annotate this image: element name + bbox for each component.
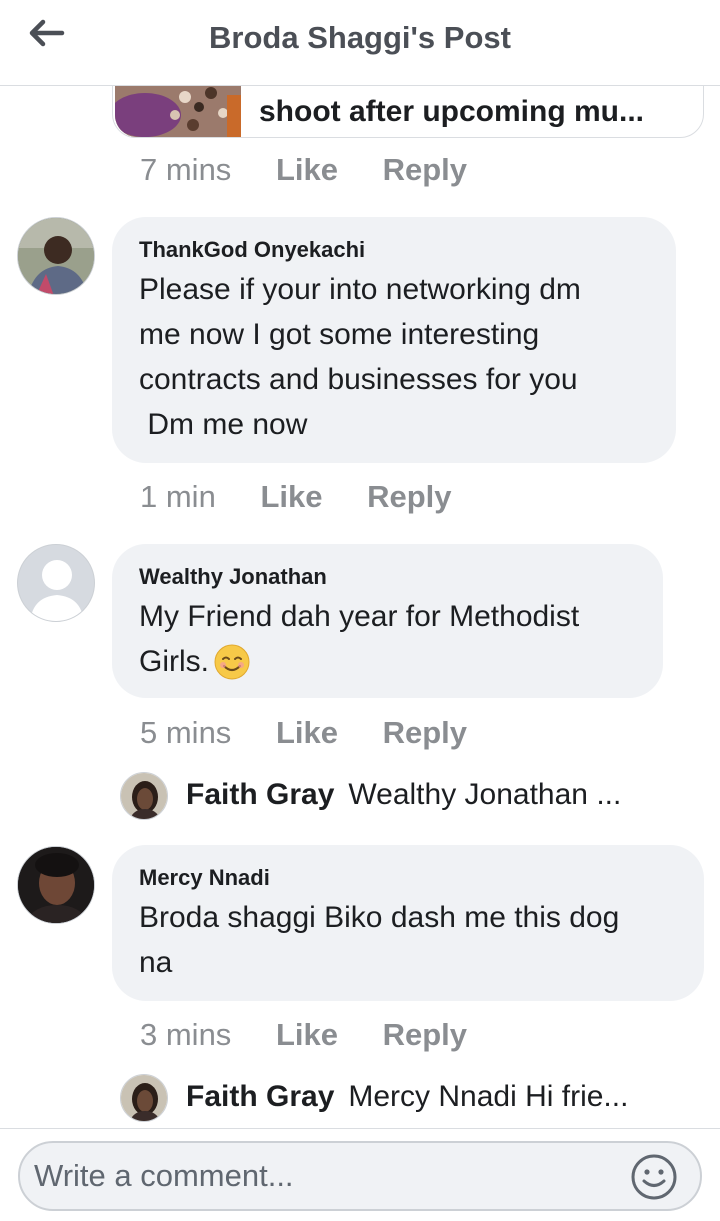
link-preview-thumbnail[interactable] bbox=[115, 86, 241, 137]
smiling-face-emoji bbox=[214, 644, 250, 679]
comment-actions: 5 mins Like Reply bbox=[140, 715, 503, 751]
avatar[interactable] bbox=[17, 544, 95, 622]
like-button[interactable]: Like bbox=[276, 152, 338, 187]
reply-snippet: Wealthy Jonathan ... bbox=[348, 778, 622, 811]
commenter-name[interactable]: Wealthy Jonathan bbox=[139, 564, 327, 590]
reply-button[interactable]: Reply bbox=[367, 479, 451, 514]
comment-text: Please if your into networking dm me now… bbox=[139, 273, 581, 441]
comment-bubble[interactable]: ThankGod Onyekachi Please if your into n… bbox=[112, 217, 676, 463]
comment-time: 1 min bbox=[140, 479, 216, 514]
emoji-button[interactable] bbox=[630, 1153, 678, 1201]
comment-actions: 3 mins Like Reply bbox=[140, 1017, 503, 1053]
user-photo bbox=[18, 218, 94, 294]
comment-text: Broda shaggi Biko dash me this dog na bbox=[139, 901, 620, 979]
comments-feed[interactable]: shoot after upcoming mu... 7 mins Like R… bbox=[0, 86, 720, 1128]
reply-button[interactable]: Reply bbox=[383, 152, 467, 187]
comment-bubble-top[interactable]: shoot after upcoming mu... bbox=[112, 86, 704, 138]
reply-author[interactable]: Faith Gray bbox=[186, 778, 334, 811]
comment-time: 5 mins bbox=[140, 715, 232, 750]
comment-composer bbox=[0, 1128, 720, 1221]
reply-preview[interactable]: Faith Gray Wealthy Jonathan ... bbox=[118, 772, 678, 824]
comment-actions-top: 7 mins Like Reply bbox=[140, 152, 503, 188]
commenter-name[interactable]: Mercy Nnadi bbox=[139, 865, 270, 891]
like-button[interactable]: Like bbox=[260, 479, 322, 514]
user-photo bbox=[18, 847, 94, 923]
post-header: Broda Shaggi's Post bbox=[0, 0, 720, 86]
avatar[interactable] bbox=[120, 1074, 168, 1122]
comment-bubble[interactable]: Mercy Nnadi Broda shaggi Biko dash me th… bbox=[112, 845, 704, 1001]
avatar[interactable] bbox=[17, 846, 95, 924]
comment-text: My Friend dah year for Methodist Girls. bbox=[139, 594, 579, 684]
reply-author[interactable]: Faith Gray bbox=[186, 1080, 334, 1113]
page-title: Broda Shaggi's Post bbox=[209, 20, 511, 55]
user-photo bbox=[121, 773, 167, 819]
like-button[interactable]: Like bbox=[276, 1017, 338, 1052]
comment-input-container[interactable] bbox=[18, 1141, 702, 1211]
smile-icon bbox=[631, 1154, 677, 1200]
avatar[interactable] bbox=[17, 217, 95, 295]
comment-time: 3 mins bbox=[140, 1017, 232, 1052]
reply-preview[interactable]: Faith Gray Mercy Nnadi Hi frie... bbox=[118, 1074, 678, 1126]
person-silhouette-icon bbox=[18, 545, 94, 621]
comment-time: 7 mins bbox=[140, 152, 232, 187]
comment-bubble[interactable]: Wealthy Jonathan My Friend dah year for … bbox=[112, 544, 663, 698]
reply-snippet: Mercy Nnadi Hi frie... bbox=[348, 1080, 629, 1113]
comment-actions: 1 min Like Reply bbox=[140, 479, 488, 515]
preview-image bbox=[115, 86, 241, 137]
link-preview-title[interactable]: shoot after upcoming mu... bbox=[259, 95, 644, 129]
like-button[interactable]: Like bbox=[276, 715, 338, 750]
avatar[interactable] bbox=[120, 772, 168, 820]
comment-input[interactable] bbox=[34, 1151, 624, 1201]
reply-button[interactable]: Reply bbox=[383, 715, 467, 750]
reply-button[interactable]: Reply bbox=[383, 1017, 467, 1052]
user-photo bbox=[121, 1075, 167, 1121]
commenter-name[interactable]: ThankGod Onyekachi bbox=[139, 237, 365, 263]
